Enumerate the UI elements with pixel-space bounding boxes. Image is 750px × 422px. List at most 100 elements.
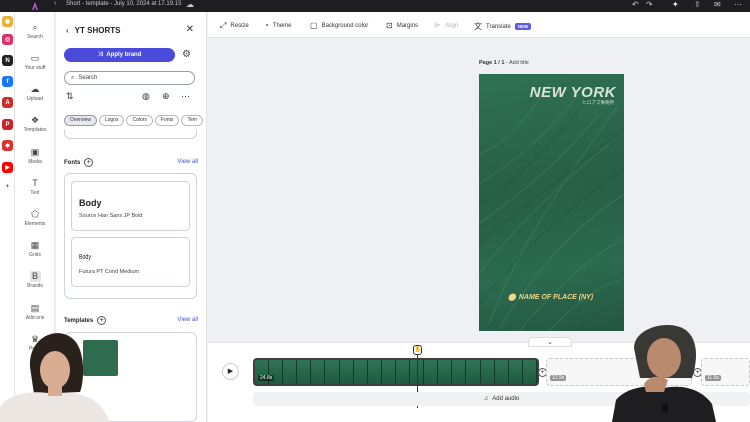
chip-overview[interactable]: Overview bbox=[64, 115, 97, 126]
chevron-left-icon[interactable]: ‹ bbox=[66, 26, 69, 35]
more-icon[interactable]: ⋯ bbox=[734, 0, 742, 9]
rail-item-templates[interactable]: ❖ Templates bbox=[15, 115, 55, 133]
clip-duration: 24.8s bbox=[258, 375, 275, 381]
pinterest-icon[interactable]: P bbox=[2, 119, 13, 130]
cloud-icon: ☁ bbox=[186, 0, 194, 9]
rail-item-search[interactable]: ⌕ Search bbox=[15, 22, 55, 40]
theme-icon: ◔ bbox=[264, 21, 269, 30]
addons-icon: ▤ bbox=[30, 303, 40, 313]
webcam-overlay-right bbox=[604, 318, 722, 422]
new-badge: NEW bbox=[514, 23, 532, 30]
brands-icon: B bbox=[29, 271, 41, 282]
undo-icon[interactable]: ↶ bbox=[632, 0, 639, 9]
margins-button[interactable]: ⊡ Margins bbox=[386, 21, 418, 30]
font-sample: Body bbox=[79, 198, 102, 208]
rail-item-grids[interactable]: ▦ Grids bbox=[15, 240, 55, 258]
rail-item-text[interactable]: T Text bbox=[15, 178, 55, 196]
templates-view-all-link[interactable]: View all bbox=[177, 317, 198, 323]
fonts-view-all-link[interactable]: View all bbox=[177, 159, 198, 165]
rail-item-media[interactable]: ▣ Media bbox=[15, 147, 55, 165]
magic-icon[interactable]: ✦ bbox=[672, 0, 679, 9]
search-icon: ⌕ bbox=[32, 22, 38, 32]
chrome-icon[interactable]: ◉ bbox=[2, 16, 13, 27]
templates-icon: ❖ bbox=[30, 115, 40, 125]
rail-item-elements[interactable]: ⬠ Elements bbox=[15, 209, 55, 227]
ghost-clip-duration: 12.9s bbox=[550, 375, 567, 381]
grids-icon: ▦ bbox=[30, 240, 40, 250]
chip-colors[interactable]: Colors bbox=[126, 115, 153, 126]
webcam-overlay-left bbox=[0, 322, 112, 422]
instagram-icon[interactable]: ◎ bbox=[2, 34, 13, 45]
swatch-icon: ▢ bbox=[310, 21, 318, 30]
font-family-name: Source Han Sans JP Bold bbox=[79, 213, 143, 219]
folder-icon: ▭ bbox=[30, 53, 40, 63]
add-title-link[interactable]: - Add title bbox=[504, 60, 529, 66]
search-input[interactable]: ⌕ Search bbox=[64, 71, 195, 85]
rail-item-brands[interactable]: B Brands bbox=[15, 271, 55, 289]
panel-header: ‹ YT SHORTS bbox=[66, 26, 120, 35]
facebook-icon[interactable]: f bbox=[2, 76, 13, 87]
share-icon[interactable]: ⇪ bbox=[694, 0, 701, 9]
rail-item-add-ons[interactable]: ▤ Add-ons bbox=[15, 303, 55, 321]
font-family-name: Futura PT Cond Medium bbox=[79, 269, 140, 275]
font-card-primary[interactable]: Body Source Han Sans JP Bold bbox=[71, 181, 190, 231]
title-bar: ‹ Short - template - July 10, 2024 at 17… bbox=[0, 0, 750, 12]
collapse-timeline-button[interactable]: ⌄ bbox=[528, 337, 572, 347]
canvas-heading[interactable]: NEW YORK bbox=[530, 84, 616, 101]
elements-icon: ⬠ bbox=[31, 209, 39, 219]
resize-button[interactable]: ⤢ Resize bbox=[220, 21, 249, 31]
rail-item-upload[interactable]: ☁ Upload bbox=[15, 84, 55, 102]
canvas-place-text[interactable]: ⬤ NAME OF PLACE (NY) bbox=[508, 293, 593, 302]
chip-templates[interactable]: Tem bbox=[181, 115, 203, 126]
background-color-button[interactable]: ▢ Background color bbox=[310, 21, 368, 30]
rail-item-your-stuff[interactable]: ▭ Your stuff bbox=[15, 53, 55, 71]
brand-filter-chips: Overview Logos Colors Fonts Tem bbox=[64, 115, 204, 127]
upload-icon: ☁ bbox=[30, 84, 40, 94]
page-number: Page 1 / 1 bbox=[479, 60, 505, 66]
margins-icon: ⊡ bbox=[386, 21, 393, 30]
location-pin-icon: ⬤ bbox=[508, 294, 516, 301]
gear-icon[interactable]: ⚙ bbox=[182, 49, 191, 60]
page-label[interactable]: Page 1 / 1 - Add title bbox=[479, 60, 529, 66]
notion-icon[interactable]: N bbox=[2, 55, 13, 66]
align-icon: ⊫ bbox=[434, 21, 441, 30]
align-button: ⊫ Align bbox=[434, 21, 459, 30]
translate-button[interactable]: 文 Translate NEW bbox=[474, 21, 532, 32]
search-icon: ⌕ bbox=[71, 74, 75, 81]
apply-brand-button[interactable]: ⤨ Apply brand bbox=[64, 48, 175, 62]
playhead-handle[interactable]: ✋ bbox=[413, 345, 422, 355]
sort-icon[interactable]: ⇅ bbox=[66, 91, 74, 102]
acrobat-icon[interactable]: A bbox=[2, 97, 13, 108]
chip-fonts[interactable]: Fonts bbox=[154, 115, 180, 126]
fonts-card: Body Source Han Sans JP Bold Body Futura… bbox=[64, 173, 197, 299]
design-canvas[interactable]: NEW YORK ヒロアズ事務所 ⬤ NAME OF PLACE (NY) bbox=[479, 74, 624, 331]
close-icon[interactable]: ✕ bbox=[186, 24, 194, 35]
media-icon: ▣ bbox=[30, 147, 40, 157]
redo-icon[interactable]: ↷ bbox=[646, 0, 653, 9]
app-red-icon[interactable]: ◆ bbox=[2, 140, 13, 151]
font-card-secondary[interactable]: Body Futura PT Cond Medium bbox=[71, 237, 190, 287]
add-icon[interactable]: + bbox=[2, 181, 13, 192]
resize-icon: ⤢ bbox=[220, 21, 227, 30]
video-clip-track[interactable] bbox=[253, 358, 539, 386]
back-arrow-icon[interactable]: ‹ bbox=[54, 0, 56, 7]
add-circle-icon[interactable]: ⊕ bbox=[162, 91, 170, 102]
music-note-icon: ♫ bbox=[483, 396, 489, 402]
comment-icon[interactable]: ✉ bbox=[714, 0, 721, 9]
panel-title: YT SHORTS bbox=[74, 26, 121, 35]
canvas-subheading[interactable]: ヒロアズ事務所 bbox=[583, 100, 615, 106]
document-title[interactable]: Short - template - July 10, 2024 at 17.1… bbox=[66, 1, 181, 7]
text-icon: T bbox=[32, 178, 38, 188]
fonts-section-title: Fonts + bbox=[64, 158, 94, 167]
add-font-icon[interactable]: + bbox=[84, 158, 94, 167]
youtube-icon[interactable]: ▶ bbox=[2, 162, 13, 173]
adobe-express-logo[interactable] bbox=[30, 0, 40, 12]
theme-button[interactable]: ◔ Theme bbox=[264, 21, 292, 30]
color-palette-icon[interactable]: ◍ bbox=[142, 91, 150, 102]
font-sample: Body bbox=[79, 254, 91, 261]
translate-icon: 文 bbox=[474, 22, 482, 31]
shuffle-icon: ⤨ bbox=[97, 51, 103, 58]
more-icon[interactable]: ⋯ bbox=[181, 91, 190, 102]
chip-logos[interactable]: Logos bbox=[98, 115, 125, 126]
play-button[interactable]: ▶ bbox=[222, 363, 239, 380]
